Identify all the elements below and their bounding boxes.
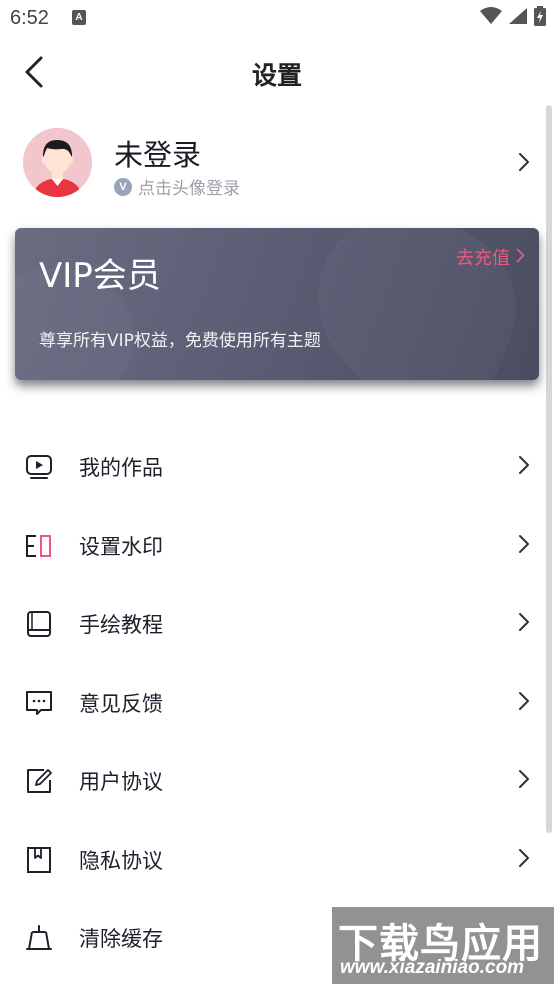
chevron-right-icon bbox=[518, 691, 530, 715]
wifi-icon bbox=[480, 7, 502, 29]
settings-menu: 我的作品 设置水印 手绘教程 意见反馈 用户协议 隐私协议 清除缓存 bbox=[0, 428, 546, 978]
recharge-button[interactable]: 去充值 bbox=[456, 244, 525, 270]
menu-item-tutorial[interactable]: 手绘教程 bbox=[0, 585, 546, 664]
vip-title: VIP会员 bbox=[39, 256, 161, 296]
my-works-icon bbox=[24, 452, 54, 482]
status-icons bbox=[480, 6, 546, 30]
menu-item-label: 设置水印 bbox=[79, 534, 163, 559]
signal-icon bbox=[508, 7, 528, 29]
clear-cache-icon bbox=[24, 923, 54, 953]
v-badge-icon: V bbox=[114, 177, 132, 196]
privacy-agreement-icon bbox=[24, 845, 54, 875]
menu-item-feedback[interactable]: 意见反馈 bbox=[0, 664, 546, 743]
login-hint-row[interactable]: V 点击头像登录 bbox=[114, 174, 240, 199]
avatar[interactable] bbox=[23, 128, 92, 197]
recharge-label: 去充值 bbox=[456, 248, 510, 269]
user-agreement-icon bbox=[24, 766, 54, 796]
menu-item-my-works[interactable]: 我的作品 bbox=[0, 428, 546, 507]
tutorial-book-icon bbox=[24, 609, 54, 639]
header: 设置 bbox=[0, 38, 554, 106]
chevron-right-icon bbox=[518, 455, 530, 479]
menu-item-label: 我的作品 bbox=[79, 456, 163, 481]
status-bar: 6:52 A bbox=[0, 0, 554, 38]
menu-item-watermark[interactable]: 设置水印 bbox=[0, 507, 546, 586]
vip-description: 尊享所有VIP权益，免费使用所有主题 bbox=[39, 331, 321, 351]
page-title: 设置 bbox=[251, 61, 302, 90]
login-hint: 点击头像登录 bbox=[138, 179, 240, 199]
profile-name: 未登录 bbox=[114, 138, 202, 172]
chevron-right-icon bbox=[518, 152, 530, 176]
menu-item-privacy-agreement[interactable]: 隐私协议 bbox=[0, 821, 546, 900]
watermark-url: www.xiazainiao.com bbox=[340, 957, 525, 978]
menu-item-user-agreement[interactable]: 用户协议 bbox=[0, 742, 546, 821]
menu-item-label: 隐私协议 bbox=[79, 848, 163, 873]
vip-card[interactable]: VIP会员 去充值 尊享所有VIP权益，免费使用所有主题 bbox=[15, 228, 539, 380]
scrollbar[interactable] bbox=[546, 105, 552, 833]
chevron-right-icon bbox=[516, 248, 525, 267]
chevron-right-icon bbox=[518, 534, 530, 558]
chevron-right-icon bbox=[518, 612, 530, 636]
menu-item-label: 手绘教程 bbox=[79, 613, 163, 638]
status-time: 6:52 bbox=[10, 7, 49, 29]
chevron-right-icon bbox=[518, 848, 530, 872]
menu-item-label: 清除缓存 bbox=[79, 927, 163, 952]
chevron-right-icon bbox=[518, 769, 530, 793]
feedback-icon bbox=[24, 688, 54, 718]
a-notification-icon: A bbox=[72, 10, 86, 25]
menu-item-label: 意见反馈 bbox=[79, 691, 163, 716]
battery-icon bbox=[534, 6, 546, 30]
menu-item-label: 用户协议 bbox=[79, 770, 163, 795]
watermark-icon bbox=[24, 531, 54, 561]
site-watermark: 下载鸟应用 www.xiazainiao.com bbox=[332, 907, 554, 984]
profile-row[interactable]: 未登录 V 点击头像登录 bbox=[0, 118, 546, 208]
